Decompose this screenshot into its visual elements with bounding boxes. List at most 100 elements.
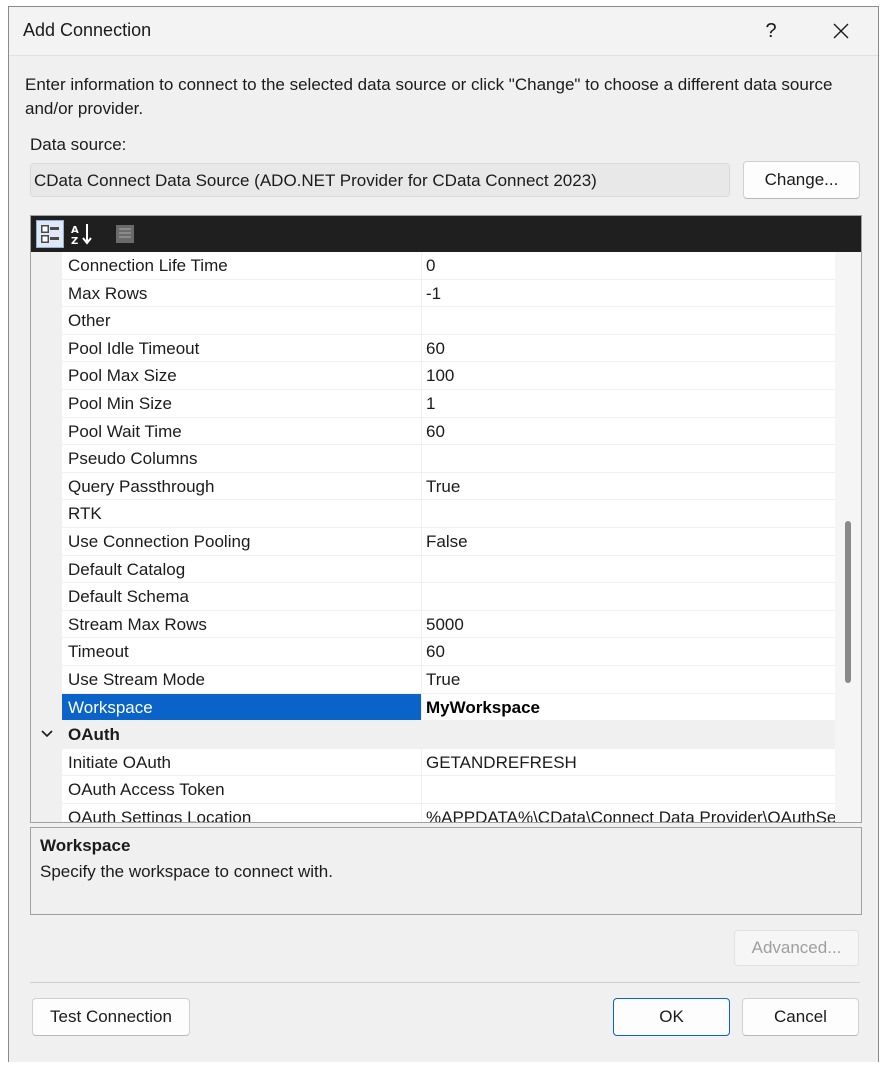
property-row[interactable]: Pseudo Columns (31, 445, 837, 473)
property-name: Pool Min Size (62, 389, 422, 417)
property-row[interactable]: Pool Idle Timeout 60 (31, 334, 837, 363)
property-value[interactable] (423, 583, 837, 610)
row-gutter (31, 527, 62, 555)
property-name: Timeout (62, 638, 422, 665)
property-row[interactable]: Initiate OAuth GETANDREFRESH (31, 748, 837, 777)
close-button[interactable] (806, 7, 876, 55)
property-name: OAuth Settings Location (62, 803, 422, 822)
help-button[interactable]: ? (736, 7, 806, 55)
property-value[interactable]: 5000 (423, 611, 837, 638)
test-connection-button[interactable]: Test Connection (32, 998, 190, 1036)
property-row[interactable]: Use Connection Pooling False (31, 527, 837, 556)
row-gutter (31, 252, 62, 279)
property-row[interactable]: Pool Min Size 1 (31, 389, 837, 418)
property-row[interactable]: Pool Wait Time 60 (31, 417, 837, 446)
property-name: Pseudo Columns (62, 445, 422, 472)
row-gutter (31, 334, 62, 362)
property-name: Workspace (62, 693, 422, 721)
property-pages-button[interactable] (111, 220, 139, 248)
row-gutter (31, 638, 62, 665)
property-value[interactable]: False (423, 528, 837, 555)
property-value[interactable]: 100 (423, 362, 837, 389)
property-row[interactable]: Connection Life Time 0 (31, 252, 837, 280)
property-name: Pool Max Size (62, 362, 422, 389)
property-row[interactable]: Query Passthrough True (31, 472, 837, 501)
property-value[interactable]: 60 (423, 418, 837, 445)
property-name: Max Rows (62, 279, 422, 307)
property-grid: A Z Connection Life Time 0 Max Rows -1 Other… (30, 215, 862, 823)
row-gutter (31, 279, 62, 307)
property-name: Initiate OAuth (62, 748, 422, 776)
ok-button[interactable]: OK (613, 998, 730, 1036)
property-value[interactable]: %APPDATA%\CData\Connect Data Provider\OA… (423, 804, 837, 822)
property-pages-icon (116, 225, 134, 243)
property-value[interactable]: 60 (423, 335, 837, 362)
scrollbar-thumb[interactable] (845, 521, 851, 683)
row-gutter (31, 417, 62, 445)
alphabetical-button[interactable]: A Z (69, 220, 97, 248)
property-row[interactable]: Pool Max Size 100 (31, 362, 837, 390)
row-gutter (31, 748, 62, 776)
property-grid-toolbar: A Z (31, 216, 861, 252)
property-row[interactable]: Max Rows -1 (31, 279, 837, 308)
vertical-scrollbar[interactable] (835, 252, 861, 822)
property-name: Use Connection Pooling (62, 527, 422, 555)
instructions-text: Enter information to connect to the sele… (25, 75, 833, 118)
property-value[interactable]: 0 (423, 252, 837, 279)
property-value[interactable] (423, 776, 837, 803)
property-value[interactable]: MyWorkspace (423, 694, 837, 721)
description-pane: Workspace Specify the workspace to conne… (30, 827, 862, 915)
property-category-row[interactable]: OAuth (31, 721, 837, 749)
row-gutter (31, 665, 62, 693)
row-gutter (31, 362, 62, 389)
cancel-button[interactable]: Cancel (742, 998, 859, 1036)
chevron-down-icon[interactable] (40, 729, 54, 739)
property-row[interactable]: Stream Max Rows 5000 (31, 610, 837, 639)
property-row[interactable]: Other (31, 307, 837, 335)
advanced-button[interactable]: Advanced... (734, 930, 859, 966)
row-gutter (31, 803, 62, 822)
change-button[interactable]: Change... (743, 161, 860, 199)
property-name: Other (62, 307, 422, 334)
property-name: Stream Max Rows (62, 610, 422, 638)
property-row[interactable]: RTK (31, 500, 837, 528)
property-value[interactable] (423, 500, 837, 527)
property-row[interactable]: Use Stream Mode True (31, 665, 837, 694)
row-gutter (31, 583, 62, 610)
description-text: Specify the workspace to connect with. (40, 862, 333, 881)
property-row[interactable]: Workspace MyWorkspace (31, 693, 837, 722)
row-gutter (31, 610, 62, 638)
property-row[interactable]: OAuth Settings Location %APPDATA%\CData\C… (31, 803, 837, 822)
property-row[interactable]: Timeout 60 (31, 638, 837, 666)
property-name: Use Stream Mode (62, 665, 422, 693)
row-gutter (31, 307, 62, 334)
property-value[interactable] (423, 307, 837, 334)
property-name: Pool Idle Timeout (62, 334, 422, 362)
description-title: Workspace (40, 836, 131, 855)
property-name: Default Catalog (62, 555, 422, 583)
row-gutter (31, 693, 62, 721)
property-value[interactable]: True (423, 473, 837, 500)
property-name: Pool Wait Time (62, 417, 422, 445)
property-value[interactable]: 1 (423, 390, 837, 417)
property-value[interactable] (423, 445, 837, 472)
property-row[interactable]: Default Catalog (31, 555, 837, 584)
help-icon: ? (765, 19, 777, 42)
property-name: Connection Life Time (62, 252, 422, 279)
property-name: Default Schema (62, 583, 422, 610)
alphabetical-icon: A Z (71, 224, 92, 246)
add-connection-dialog: Add Connection ? Enter information to co… (8, 6, 879, 1062)
property-value[interactable] (423, 556, 837, 583)
row-gutter (31, 776, 62, 803)
row-gutter (31, 445, 62, 472)
close-icon (833, 23, 849, 39)
property-value[interactable]: True (423, 666, 837, 693)
dialog-content: Enter information to connect to the sele… (9, 55, 878, 1062)
property-row[interactable]: OAuth Access Token (31, 776, 837, 804)
data-source-field: CData Connect Data Source (ADO.NET Provi… (30, 163, 730, 197)
categorized-button[interactable] (36, 220, 64, 248)
property-value[interactable]: 60 (423, 638, 837, 665)
property-value[interactable]: -1 (423, 280, 837, 307)
property-row[interactable]: Default Schema (31, 583, 837, 611)
property-value[interactable]: GETANDREFRESH (423, 749, 837, 776)
